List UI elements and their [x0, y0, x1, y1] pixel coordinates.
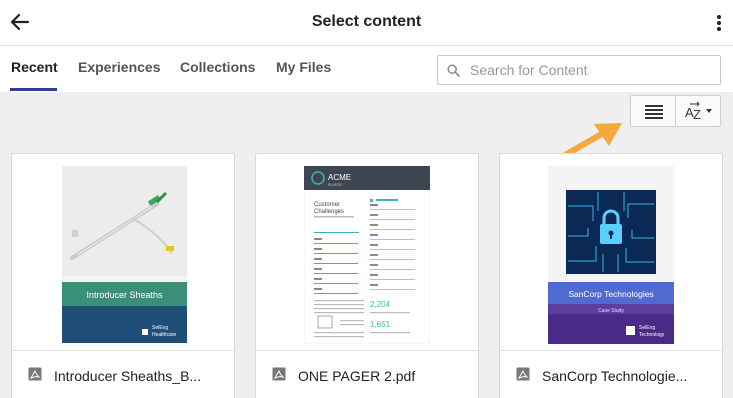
thumbnail-stat-1: 2,204: [370, 300, 391, 309]
card-footer: SanCorp Technologie...: [500, 350, 722, 398]
content-area: A Z Introducer Sheaths SelEng Healthcare…: [0, 92, 733, 398]
tab-recent[interactable]: Recent: [11, 59, 58, 75]
card-title: SanCorp Technologie...: [542, 368, 688, 384]
pdf-file-icon: [516, 367, 530, 381]
more-vertical-icon: [717, 15, 721, 31]
list-view-icon: [645, 105, 663, 119]
card-thumbnail: Introducer Sheaths SelEng Healthcare: [12, 154, 234, 350]
tab-bar: Recent Experiences Collections My Files: [0, 47, 733, 92]
thumbnail-brand: SelEng: [152, 325, 168, 331]
header-bar: Select content: [0, 0, 733, 46]
search-input[interactable]: [470, 56, 710, 84]
content-card[interactable]: Introducer Sheaths SelEng Healthcare Int…: [11, 153, 235, 398]
document-preview: ACME PLASTIC Customer Challenges 2,204 1…: [304, 166, 430, 344]
pdf-file-icon: [28, 367, 42, 381]
thumbnail-heading: Customer: [314, 202, 340, 208]
thumbnail-brand-sub: Technology: [639, 332, 665, 338]
card-thumbnail: ACME PLASTIC Customer Challenges 2,204 1…: [256, 154, 478, 350]
search-icon: [447, 64, 460, 77]
pdf-file-icon: [272, 367, 286, 381]
thumbnail-heading-2: Challenges: [314, 209, 344, 215]
card-footer: Introducer Sheaths_B...: [12, 350, 234, 398]
tab-collections[interactable]: Collections: [180, 59, 255, 75]
search-box[interactable]: [437, 55, 721, 85]
thumbnail-banner-text: SanCorp Technologies: [568, 289, 653, 299]
card-thumbnail: SanCorp Technologies Case Study SelEng T…: [500, 154, 722, 350]
tab-my-files[interactable]: My Files: [276, 59, 331, 75]
page-title: Select content: [311, 13, 422, 30]
active-tab-indicator: [10, 88, 57, 91]
card-footer: ONE PAGER 2.pdf: [256, 350, 478, 398]
thumbnail-logo: ACME: [328, 173, 351, 182]
thumbnail-logo-sub: PLASTIC: [328, 183, 343, 187]
select-content-dialog: Select content Recent Experiences Collec…: [0, 0, 733, 398]
thumbnail-banner-text: Introducer Sheaths: [86, 290, 163, 300]
thumbnail-brand: SelEng: [639, 325, 655, 331]
thumbnail-stat-2: 1,651: [370, 320, 391, 329]
thumbnail-subbanner: Case Study: [598, 308, 624, 314]
tab-experiences[interactable]: Experiences: [78, 59, 161, 75]
sort-button[interactable]: A Z: [676, 95, 721, 127]
more-options-button[interactable]: [713, 11, 725, 35]
content-card[interactable]: SanCorp Technologies Case Study SelEng T…: [499, 153, 723, 398]
card-title: ONE PAGER 2.pdf: [298, 368, 416, 384]
list-view-button[interactable]: [630, 95, 676, 127]
document-preview: Introducer Sheaths SelEng Healthcare: [62, 166, 187, 343]
content-card[interactable]: ACME PLASTIC Customer Challenges 2,204 1…: [255, 153, 479, 398]
thumbnail-brand-sub: Healthcare: [152, 332, 176, 338]
svg-text:Z: Z: [693, 107, 701, 122]
card-title: Introducer Sheaths_B...: [54, 368, 202, 384]
document-preview: SanCorp Technologies Case Study SelEng T…: [548, 166, 674, 344]
sort-az-icon: A Z: [685, 101, 712, 122]
